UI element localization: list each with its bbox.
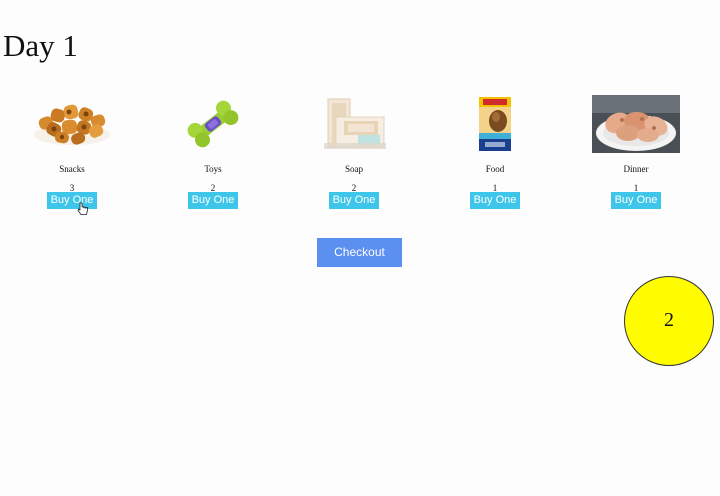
- product-name: Soap: [345, 164, 363, 174]
- buy-one-button-food[interactable]: Buy One: [470, 192, 520, 209]
- counter-badge: 2: [624, 276, 714, 366]
- product-name: Food: [485, 164, 505, 174]
- buy-one-button-dinner[interactable]: Buy One: [611, 192, 661, 209]
- product-list: Snacks 3 Buy One Toys 2 Buy One Soap 2 B…: [0, 95, 720, 215]
- checkout-button[interactable]: Checkout: [317, 238, 402, 267]
- soap-image: [324, 98, 386, 149]
- product-name: Dinner: [623, 164, 649, 174]
- buy-one-button-soap[interactable]: Buy One: [329, 192, 379, 209]
- dog-toy-image: [187, 100, 239, 148]
- buy-one-button-snacks[interactable]: Buy One: [47, 192, 97, 209]
- dinner-plate-image: [592, 95, 680, 153]
- page-title: Day 1: [3, 28, 78, 63]
- buy-one-button-toys[interactable]: Buy One: [188, 192, 238, 209]
- product-name: Toys: [204, 164, 222, 174]
- snacks-image: [34, 104, 110, 145]
- dog-food-bag-image: [479, 97, 511, 151]
- product-name: Snacks: [59, 164, 85, 174]
